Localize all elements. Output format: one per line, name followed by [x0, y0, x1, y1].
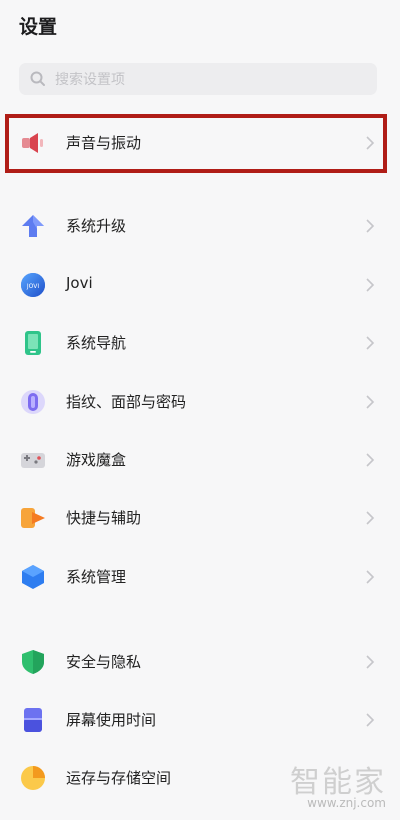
chevron-right-icon	[366, 453, 375, 467]
chevron-right-icon	[366, 336, 375, 350]
settings-item-label: 安全与隐私	[66, 653, 142, 671]
chevron-right-icon	[366, 713, 375, 727]
settings-item-label: Jovi	[66, 274, 93, 292]
upgrade-arrow-icon	[22, 215, 44, 237]
settings-item-system-upgrade[interactable]: 系统升级	[0, 200, 400, 252]
settings-item-jovi[interactable]: JOVI Jovi	[0, 259, 400, 311]
settings-item-label: 游戏魔盒	[66, 451, 127, 469]
screen-time-icon	[24, 708, 42, 732]
chevron-right-icon	[366, 136, 375, 150]
chevron-right-icon	[366, 511, 375, 525]
chevron-right-icon	[366, 395, 375, 409]
settings-item-label: 系统导航	[66, 334, 127, 352]
settings-item-game-box[interactable]: 游戏魔盒	[0, 434, 400, 486]
speaker-icon	[22, 133, 43, 153]
settings-page: 设置 搜索设置项 声音与振动 系统升级 JOVI Jovi 系统导航 指纹、面部…	[0, 0, 400, 820]
search-placeholder: 搜索设置项	[55, 72, 125, 88]
settings-item-system-navigation[interactable]: 系统导航	[0, 317, 400, 369]
settings-item-label: 屏幕使用时间	[66, 711, 157, 729]
search-icon	[30, 71, 45, 86]
search-input[interactable]: 搜索设置项	[19, 63, 377, 95]
settings-item-label: 系统管理	[66, 568, 127, 586]
settings-item-label: 系统升级	[66, 217, 127, 235]
game-box-icon	[21, 453, 45, 468]
chevron-right-icon	[366, 655, 375, 669]
settings-item-label: 指纹、面部与密码	[66, 393, 187, 411]
chevron-right-icon	[366, 570, 375, 584]
settings-item-screen-time[interactable]: 屏幕使用时间	[0, 694, 400, 746]
settings-item-label: 声音与振动	[66, 134, 142, 152]
fingerprint-icon	[21, 390, 45, 414]
settings-item-label: 运存与存储空间	[66, 769, 172, 787]
chevron-right-icon	[366, 278, 375, 292]
page-title: 设置	[19, 16, 58, 38]
settings-item-sound-vibration[interactable]: 声音与振动	[0, 117, 400, 169]
shield-icon	[22, 650, 44, 674]
shortcut-icon	[21, 508, 45, 528]
settings-item-system-management[interactable]: 系统管理	[0, 551, 400, 603]
watermark-brand: 智能家	[290, 765, 386, 800]
svg-text:JOVI: JOVI	[26, 283, 39, 290]
chevron-right-icon	[366, 219, 375, 233]
settings-item-shortcuts-accessibility[interactable]: 快捷与辅助	[0, 492, 400, 544]
storage-pie-icon	[21, 766, 45, 790]
watermark-url: www.znj.com	[307, 796, 386, 810]
settings-item-label: 快捷与辅助	[66, 509, 142, 527]
settings-item-fingerprint-face-password[interactable]: 指纹、面部与密码	[0, 376, 400, 428]
navigation-phone-icon	[25, 331, 41, 355]
system-management-icon	[22, 565, 44, 589]
settings-item-security-privacy[interactable]: 安全与隐私	[0, 636, 400, 688]
jovi-icon: JOVI	[21, 273, 45, 297]
